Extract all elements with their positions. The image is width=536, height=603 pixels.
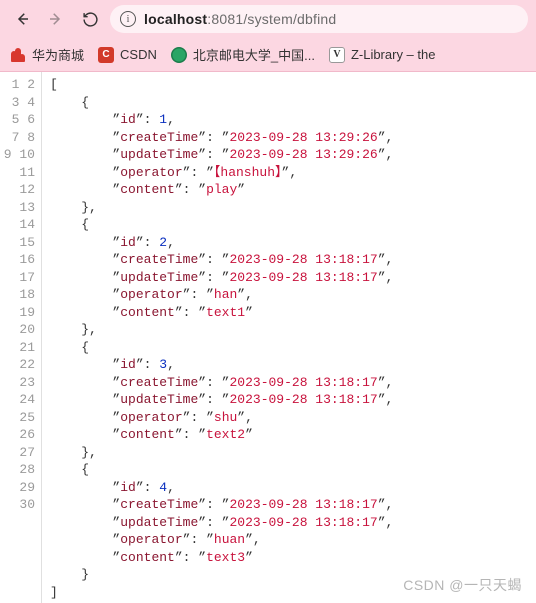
reload-button[interactable]: [76, 5, 104, 33]
bookmark-huawei[interactable]: 华为商城: [10, 45, 84, 64]
site-info-icon[interactable]: i: [120, 11, 136, 27]
bookmark-csdn[interactable]: C CSDN: [98, 47, 157, 63]
bookmark-label: CSDN: [120, 47, 157, 62]
arrow-left-icon: [13, 10, 31, 28]
bookmark-zlibrary[interactable]: V Z-Library – the: [329, 47, 436, 63]
zlibrary-icon: V: [329, 47, 345, 63]
bookmark-label: 华为商城: [32, 45, 84, 64]
url-host: localhost: [144, 11, 207, 27]
back-button[interactable]: [8, 5, 36, 33]
line-number-gutter: 1 2 3 4 5 6 7 8 9 10 11 12 13 14 15 16 1…: [0, 72, 42, 603]
huawei-icon: [10, 47, 26, 63]
address-bar[interactable]: i localhost:8081/system/dbfind: [110, 5, 528, 33]
forward-button[interactable]: [42, 5, 70, 33]
bookmark-bupt[interactable]: 北京邮电大学_中国...: [171, 45, 315, 64]
bookmarks-bar: 华为商城 C CSDN 北京邮电大学_中国... V Z-Library – t…: [0, 38, 536, 72]
url-text: localhost:8081/system/dbfind: [144, 11, 336, 27]
bupt-icon: [171, 47, 187, 63]
bookmark-label: 北京邮电大学_中国...: [193, 45, 315, 64]
reload-icon: [82, 11, 99, 28]
arrow-right-icon: [47, 10, 65, 28]
url-port: :8081: [207, 11, 243, 27]
url-path: /system/dbfind: [243, 11, 336, 27]
browser-toolbar: i localhost:8081/system/dbfind: [0, 0, 536, 38]
json-viewer[interactable]: [ { ”id”: 1, ”createTime”: ”2023-09-28 1…: [42, 72, 536, 603]
bookmark-label: Z-Library – the: [351, 47, 436, 62]
csdn-icon: C: [98, 47, 114, 63]
page-content: 1 2 3 4 5 6 7 8 9 10 11 12 13 14 15 16 1…: [0, 72, 536, 603]
